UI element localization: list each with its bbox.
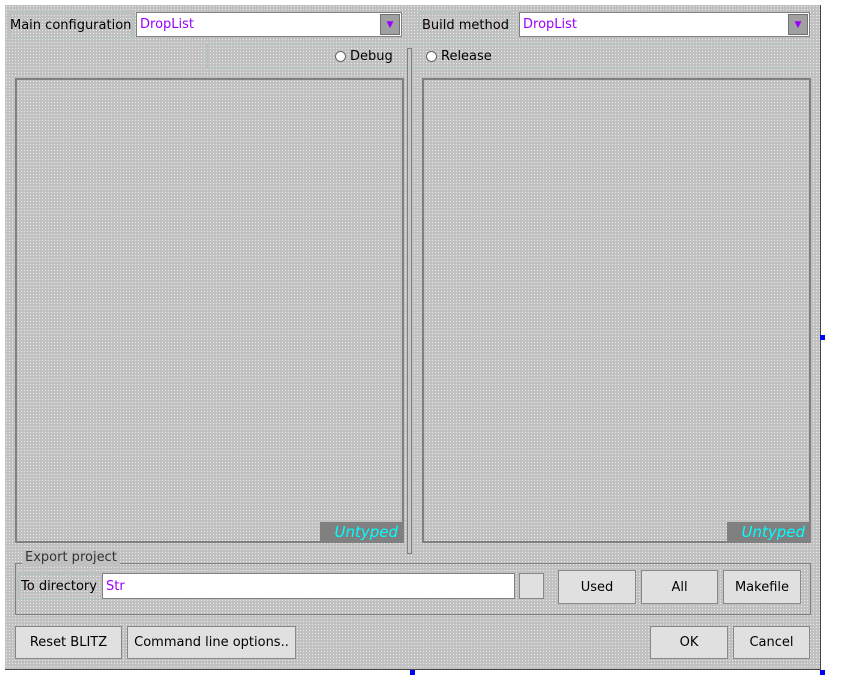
main-configuration-label: Main configuration (9, 12, 133, 38)
main-configuration-value: DropList (140, 17, 194, 32)
dropdown-arrow-icon[interactable]: ▼ (788, 14, 808, 35)
all-button[interactable]: All (641, 570, 718, 604)
untyped-label: Untyped (727, 522, 809, 541)
debug-radio[interactable]: Debug (335, 48, 393, 65)
reset-blitz-button[interactable]: Reset BLITZ (15, 626, 122, 659)
release-label: Release (441, 49, 492, 64)
build-method-droplist[interactable]: DropList ▼ (519, 12, 810, 37)
to-directory-label: To directory (18, 573, 103, 600)
untyped-label: Untyped (320, 522, 402, 541)
makefile-button[interactable]: Makefile (723, 570, 801, 604)
used-button[interactable]: Used (558, 570, 636, 604)
build-method-value: DropList (523, 17, 577, 32)
radio-circle-icon (426, 51, 437, 62)
release-options-panel[interactable]: Untyped (422, 78, 811, 543)
release-radio[interactable]: Release (426, 48, 492, 65)
mode-switch-frame (207, 43, 807, 69)
cancel-button[interactable]: Cancel (733, 626, 810, 659)
resize-handle-bottom[interactable] (410, 670, 415, 675)
build-method-label: Build method (418, 12, 512, 38)
splitter[interactable] (407, 48, 412, 554)
radio-circle-icon (335, 51, 346, 62)
resize-handle-corner[interactable] (820, 670, 825, 675)
export-project-label: Export project (22, 550, 120, 565)
directory-input[interactable]: Str (102, 573, 515, 599)
debug-options-panel[interactable]: Untyped (15, 78, 404, 543)
browse-button[interactable] (519, 573, 544, 599)
resize-handle-right[interactable] (820, 335, 825, 340)
dropdown-arrow-icon[interactable]: ▼ (380, 14, 400, 35)
command-line-options-button[interactable]: Command line options.. (127, 626, 296, 659)
ok-button[interactable]: OK (650, 626, 728, 659)
main-configuration-droplist[interactable]: DropList ▼ (136, 12, 402, 37)
debug-label: Debug (350, 49, 393, 64)
